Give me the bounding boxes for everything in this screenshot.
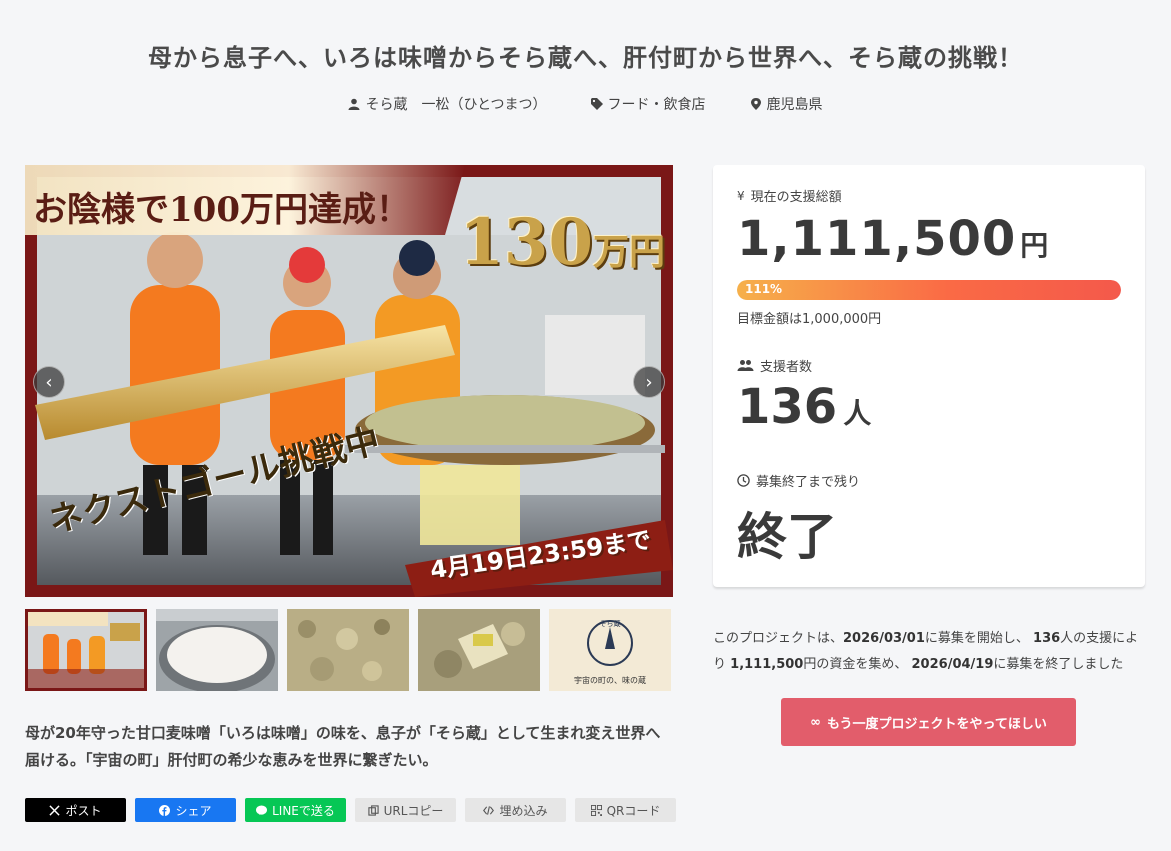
project-summary: このプロジェクトは、2026/03/01に募集を開始し、 136人の支援により … xyxy=(713,626,1145,678)
backers-label: 支援者数 xyxy=(737,356,812,375)
summary-text-5: に募集を終了しました xyxy=(993,657,1124,672)
gallery-prev-button[interactable]: ‹ xyxy=(33,366,65,398)
share-facebook-label: シェア xyxy=(175,803,212,818)
summary-backers: 136 xyxy=(1033,631,1061,646)
total-amount-label: ¥ 現在の支援総額 xyxy=(737,186,842,206)
image-amount-unit: 万円 xyxy=(592,231,665,273)
thumbnail-5-title: そら蔵 xyxy=(599,620,621,628)
code-icon xyxy=(483,805,495,815)
project-description: 母が20年守った甘口麦味噌「いろは味噌」の味を、息子が「そら蔵」として生まれ変え… xyxy=(25,724,661,769)
share-line-button[interactable]: LINEで送る xyxy=(245,798,346,822)
summary-start-date: 2026/03/01 xyxy=(843,631,925,646)
embed-button[interactable]: 埋め込み xyxy=(465,798,566,822)
owner-name: そら蔵 一松（ひとつまつ） xyxy=(365,97,547,113)
funding-progress-bar: 111% xyxy=(737,280,1121,300)
gallery-thumbnail-1[interactable] xyxy=(25,609,147,691)
thumbnail-1-image xyxy=(25,609,147,691)
location-name: 鹿児島県 xyxy=(766,97,823,113)
share-x-label: ポスト xyxy=(65,803,102,818)
remaining-value: 終了 xyxy=(737,508,837,566)
url-copy-button[interactable]: URLコピー xyxy=(355,798,456,822)
share-x-button[interactable]: ポスト xyxy=(25,798,126,822)
facebook-icon xyxy=(159,804,171,816)
infinity-icon: ∞ xyxy=(810,714,821,730)
copy-icon xyxy=(367,804,379,816)
yen-icon: ¥ xyxy=(737,188,745,203)
backers-label-text: 支援者数 xyxy=(760,360,813,375)
gallery-next-button[interactable]: › xyxy=(633,366,665,398)
main-project-image[interactable]: お陰様で100万円達成！ 130万円 ネクストゴール挑戦中 4月19日23:59… xyxy=(25,165,673,597)
image-headline: お陰様で100万円達成！ xyxy=(33,190,410,230)
gallery-thumbnail-5[interactable]: そら蔵 宇宙の町の、味の蔵 xyxy=(549,609,671,691)
request-again-button[interactable]: ∞ もう一度プロジェクトをやってほしい xyxy=(781,698,1076,746)
thumbnail-4-image xyxy=(418,609,540,691)
thumbnail-3-image xyxy=(287,609,409,691)
qr-code-icon xyxy=(590,804,602,816)
tag-icon xyxy=(590,98,603,110)
backers-count: 136 人 xyxy=(737,379,871,435)
gallery-thumbnail-2[interactable] xyxy=(156,609,278,691)
funding-progress-text: 111% xyxy=(745,282,783,296)
share-buttons: ポスト シェア LINEで送る URLコピー 埋め込み QRコード xyxy=(25,798,676,822)
gallery-thumbnails: そら蔵 宇宙の町の、味の蔵 xyxy=(25,609,673,691)
backers-count-value: 136 xyxy=(737,379,838,435)
request-again-label: もう一度プロジェクトをやってほしい xyxy=(826,716,1047,732)
remaining-label-text: 募集終了まで残り xyxy=(756,475,861,490)
summary-text-1: このプロジェクトは、 xyxy=(713,631,844,646)
goal-amount: 目標金額は1,000,000円 xyxy=(737,312,882,327)
total-amount-label-text: 現在の支援総額 xyxy=(750,190,842,205)
summary-end-date: 2026/04/19 xyxy=(911,657,994,672)
url-copy-label: URLコピー xyxy=(383,803,444,818)
gallery-thumbnail-4[interactable] xyxy=(418,609,540,691)
total-amount: 1,111,500 円 xyxy=(737,211,1049,267)
share-line-label: LINEで送る xyxy=(272,803,335,818)
category-name: フード・飲食店 xyxy=(607,97,706,113)
summary-amount: 1,111,500 xyxy=(730,657,804,672)
image-amount: 130万円 xyxy=(459,205,665,280)
summary-text-4: 円の資金を集め、 xyxy=(803,657,908,672)
gallery-thumbnail-3[interactable] xyxy=(287,609,409,691)
chevron-right-icon: › xyxy=(645,371,653,393)
category-link[interactable]: フード・飲食店 xyxy=(590,94,706,114)
project-meta: そら蔵 一松（ひとつまつ） フード・飲食店 鹿児島県 xyxy=(0,94,1171,114)
users-icon xyxy=(737,360,754,371)
qr-code-label: QRコード xyxy=(606,803,661,818)
page-title: 母から息子へ、いろは味噌からそら蔵へ、肝付町から世界へ、そら蔵の挑戦！ xyxy=(148,44,1023,72)
chevron-left-icon: ‹ xyxy=(45,371,53,393)
share-facebook-button[interactable]: シェア xyxy=(135,798,236,822)
line-icon xyxy=(256,804,268,815)
embed-label: 埋め込み xyxy=(499,803,548,818)
clock-icon xyxy=(737,474,750,487)
x-logo-icon xyxy=(49,804,61,816)
image-amount-number: 130 xyxy=(459,205,593,280)
user-icon xyxy=(348,98,360,110)
summary-text-2: に募集を開始し、 xyxy=(924,631,1029,646)
total-amount-value: 1,111,500 xyxy=(737,211,1017,267)
map-pin-icon xyxy=(750,98,761,110)
qr-code-button[interactable]: QRコード xyxy=(575,798,676,822)
owner-link[interactable]: そら蔵 一松（ひとつまつ） xyxy=(348,94,547,114)
thumbnail-5-caption: 宇宙の町の、味の蔵 xyxy=(574,676,646,685)
remaining-label: 募集終了まで残り xyxy=(737,471,860,490)
backers-count-unit: 人 xyxy=(843,397,872,430)
total-amount-unit: 円 xyxy=(1020,229,1050,262)
funding-progress-fill xyxy=(737,280,1121,300)
thumbnail-2-image xyxy=(156,609,278,691)
funding-stats-card: ¥ 現在の支援総額 1,111,500 円 111% 目標金額は1,000,000… xyxy=(713,165,1145,587)
location-link[interactable]: 鹿児島県 xyxy=(750,94,823,114)
